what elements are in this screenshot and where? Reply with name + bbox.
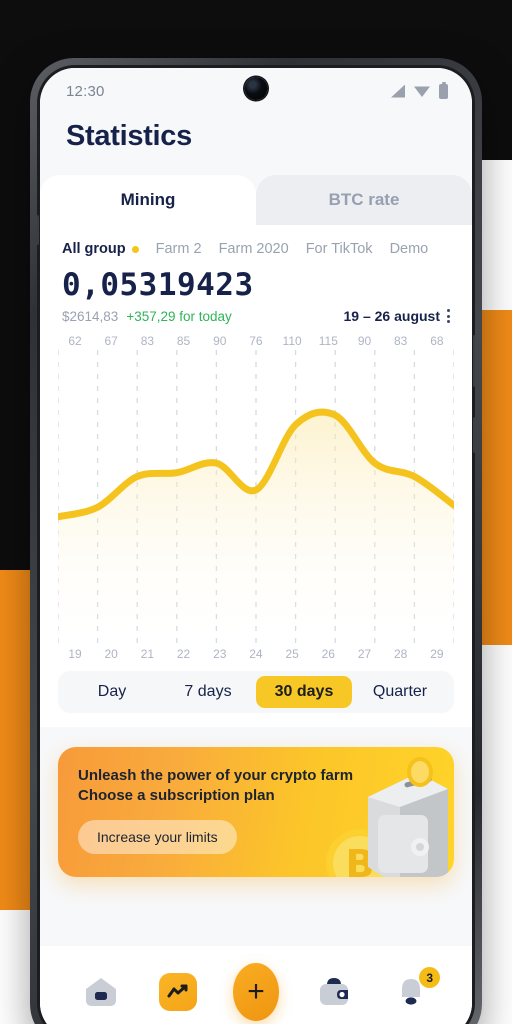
chart-x-label-6: 25	[285, 647, 299, 661]
balance-fiat-group: $2614,83 +357,29 for today	[62, 309, 232, 324]
wifi-icon	[414, 86, 430, 97]
promo-line-1: Unleash the power of your crypto farm	[78, 767, 354, 784]
home-icon	[85, 978, 116, 1006]
chart-x-label-1: 20	[104, 647, 118, 661]
status-bar: 12:30	[40, 68, 472, 114]
chart-top-label-2: 83	[140, 334, 155, 348]
chart-top-label-9: 83	[394, 334, 408, 348]
power-button[interactable]	[473, 335, 475, 387]
promo-banner[interactable]: Unleash the power of your crypto farm Ch…	[58, 747, 454, 877]
nav-wallet[interactable]	[311, 969, 357, 1015]
balance-delta: +357,29 for today	[126, 309, 232, 324]
date-range-label: 19 – 26 august	[343, 308, 441, 324]
chart-top-label-8: 90	[357, 334, 372, 348]
plus-icon: +	[247, 975, 265, 1008]
promo-line-2: Choose a subscription plan	[78, 787, 275, 805]
chip-all-group-label: All group	[62, 241, 126, 257]
nav-statistics[interactable]	[155, 969, 201, 1015]
chart-top-label-7: 115	[318, 334, 338, 348]
chart-x-label-10: 29	[430, 647, 444, 661]
chart-top-label-0: 62	[68, 334, 82, 348]
chart-x-label-4: 23	[213, 647, 227, 661]
tab-bar: Mining BTC rate	[40, 175, 472, 225]
chart: 62 67 83 85 90 76 110 115 90 83 68 19 20…	[40, 324, 472, 661]
nav-add[interactable]: +	[232, 963, 279, 1021]
promo-area: Unleash the power of your crypto farm Ch…	[40, 727, 472, 946]
statistics-card: All group Farm 2 Farm 2020 For TikTok De…	[40, 225, 472, 727]
chart-top-label-3: 85	[176, 334, 191, 348]
chart-x-label-3: 22	[176, 647, 191, 661]
chart-top-label-1: 67	[104, 334, 118, 348]
chart-top-label-10: 68	[430, 334, 444, 348]
chart-icon	[167, 984, 188, 998]
active-group-dot-icon	[131, 245, 139, 253]
nav-notifications[interactable]: 3	[388, 967, 441, 1015]
status-system-icons	[391, 81, 448, 99]
status-clock: 12:30	[66, 82, 105, 100]
chart-x-label-5: 24	[249, 647, 263, 661]
chart-top-label-6: 110	[282, 334, 302, 348]
chart-top-value-labels: 62 67 83 85 90 76 110 115 90 83 68	[58, 334, 454, 348]
range-selector: Day 7 days 30 days Quarter	[58, 671, 454, 713]
front-camera-punch-hole	[244, 77, 268, 100]
phone-mockup: 12:30 Statistics Mining BTC rate All gro…	[30, 58, 482, 1024]
chart-top-label-4: 90	[213, 334, 227, 348]
chart-x-label-8: 27	[357, 647, 372, 661]
chip-farm-2[interactable]: Farm 2	[156, 241, 202, 257]
chart-x-label-7: 26	[321, 647, 335, 661]
promo-text-block: Unleash the power of your crypto farm Ch…	[58, 747, 454, 854]
chip-demo[interactable]: Demo	[390, 241, 429, 257]
add-fab-button[interactable]: +	[232, 963, 279, 1021]
date-range-selector[interactable]: 19 – 26 august	[343, 308, 450, 324]
battery-icon	[439, 81, 448, 99]
group-filter-row: All group Farm 2 Farm 2020 For TikTok De…	[40, 225, 472, 263]
balance-amount: 0,05319423	[62, 267, 254, 303]
range-7-days[interactable]: 7 days	[160, 676, 256, 708]
chart-x-axis-labels: 19 20 21 22 23 24 25 26 27 28 29	[58, 647, 454, 661]
notification-badge: 3	[419, 967, 441, 988]
bottom-navigation: + 3	[40, 946, 472, 1024]
range-30-days[interactable]: 30 days	[256, 676, 352, 708]
chart-plot-area[interactable]	[58, 350, 454, 645]
kebab-menu-icon[interactable]	[447, 309, 450, 323]
tab-mining[interactable]: Mining	[40, 175, 256, 225]
range-day[interactable]: Day	[64, 676, 160, 708]
signal-icon	[391, 84, 405, 98]
chart-x-label-2: 21	[140, 647, 155, 661]
nav-home[interactable]	[78, 969, 124, 1015]
chart-x-label-9: 28	[394, 647, 408, 661]
chip-all-group[interactable]: All group	[62, 241, 139, 257]
balance-row: 0,05319423	[40, 263, 472, 303]
chart-top-label-5: 76	[249, 334, 263, 348]
tab-btc-rate[interactable]: BTC rate	[256, 175, 472, 225]
side-button-left[interactable]	[37, 215, 39, 245]
chart-x-label-0: 19	[68, 647, 82, 661]
app-screen: 12:30 Statistics Mining BTC rate All gro…	[40, 68, 472, 1024]
chip-for-tiktok[interactable]: For TikTok	[306, 241, 373, 257]
increase-limits-button[interactable]: Increase your limits	[78, 819, 237, 854]
balance-fiat-value: $2614,83	[62, 309, 119, 324]
volume-button[interactable]	[473, 417, 475, 453]
chip-farm-2020[interactable]: Farm 2020	[219, 241, 289, 257]
page-title: Statistics	[40, 114, 472, 175]
range-quarter[interactable]: Quarter	[352, 676, 448, 708]
chart-svg	[58, 350, 454, 645]
wallet-icon	[319, 978, 348, 1005]
balance-subrow: $2614,83 +357,29 for today 19 – 26 augus…	[40, 303, 472, 324]
